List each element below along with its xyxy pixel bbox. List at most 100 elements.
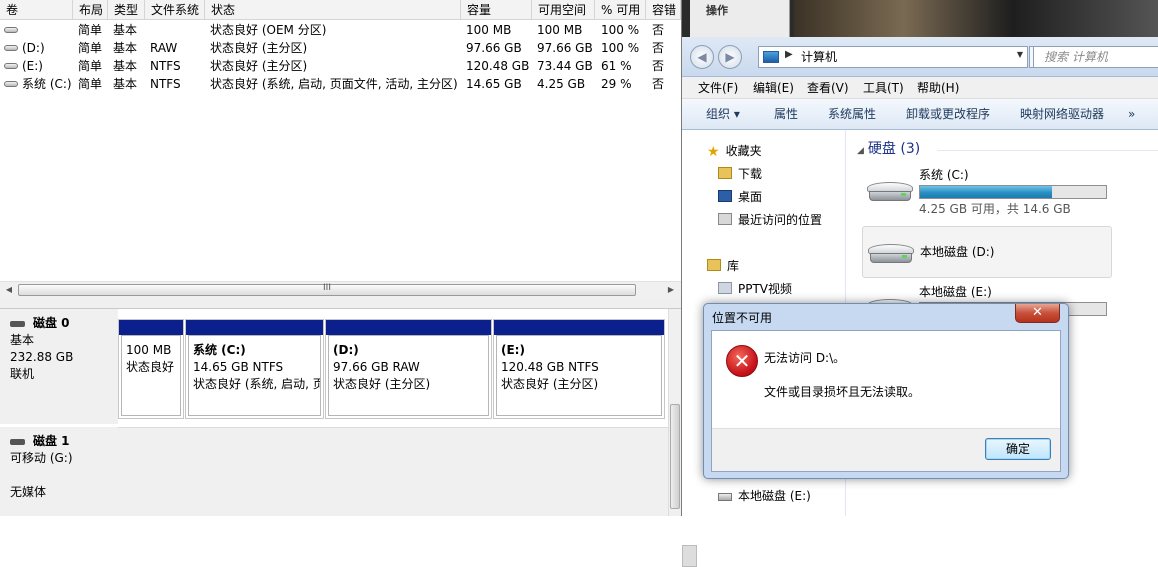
pane-resize-handle[interactable] — [682, 545, 697, 567]
uninstall-program-button[interactable]: 卸载或更改程序 — [906, 99, 990, 130]
column-header-capacity[interactable]: 容量 — [461, 0, 532, 20]
scroll-left-arrow-icon[interactable]: ◀ — [1, 283, 17, 297]
nav-label: 最近访问的位置 — [738, 213, 823, 227]
cell-fault: 否 — [652, 41, 665, 55]
nav-label: 本地磁盘 (E:) — [738, 489, 811, 503]
nav-desktop[interactable]: 桌面 — [718, 186, 762, 208]
horizontal-scrollbar[interactable]: ◀ III ▶ — [0, 281, 681, 298]
disk0-name: 磁盘 0 — [33, 316, 70, 330]
table-row[interactable]: (E:) 简单 基本 NTFS 状态良好 (主分区) 120.48 GB 73.… — [0, 57, 681, 75]
group-header[interactable]: ◢ 硬盘 (3) — [857, 140, 920, 160]
menu-edit[interactable]: 编辑(E) — [753, 77, 794, 99]
partition-c[interactable]: 系统 (C:) 14.65 GB NTFS 状态良好 (系统, 启动, 页 — [185, 319, 324, 419]
dialog-detail: 文件或目录损坏且无法读取。 — [764, 385, 921, 399]
dialog-close-button[interactable]: ✕ — [1015, 304, 1060, 323]
chevron-down-icon[interactable]: ▼ — [1017, 50, 1023, 59]
cell-filesystem: NTFS — [150, 77, 181, 91]
cell-volume: 系统 (C:) — [22, 77, 72, 91]
system-properties-button[interactable]: 系统属性 — [828, 99, 876, 130]
partition-header-bar — [494, 320, 664, 335]
error-dialog: 位置不可用 ✕ ✕ 无法访问 D:\。 文件或目录损坏且无法读取。 确定 — [703, 303, 1069, 479]
address-text[interactable]: 计算机 — [801, 49, 837, 65]
vertical-scrollbar[interactable] — [668, 309, 681, 516]
group-divider — [937, 150, 1158, 151]
nav-pptv[interactable]: PPTV视频 — [718, 278, 792, 300]
cell-status: 状态良好 (OEM 分区) — [210, 23, 327, 37]
search-input[interactable]: 搜索 计算机 — [1033, 46, 1158, 68]
column-header-type[interactable]: 类型 — [108, 0, 145, 20]
partition-header-bar — [326, 320, 491, 335]
nav-downloads[interactable]: 下载 — [718, 163, 762, 185]
more-commands-button[interactable]: » — [1128, 99, 1135, 130]
nav-label: PPTV视频 — [738, 282, 793, 296]
scrollbar-thumb[interactable] — [670, 404, 680, 509]
nav-libraries[interactable]: 库 — [707, 255, 739, 277]
back-arrow-icon[interactable]: ◀ — [690, 45, 714, 69]
partition-oem[interactable]: 100 MB 状态良好 — [118, 319, 184, 419]
actions-label: 操作 — [706, 4, 728, 17]
scroll-right-arrow-icon[interactable]: ▶ — [663, 283, 679, 297]
partition-header-bar — [119, 320, 183, 335]
table-row[interactable]: (D:) 简单 基本 RAW 状态良好 (主分区) 97.66 GB 97.66… — [0, 39, 681, 57]
ok-button[interactable]: 确定 — [985, 438, 1051, 460]
column-header-layout[interactable]: 布局 — [73, 0, 108, 20]
drive-icon — [4, 81, 18, 87]
menu-file[interactable]: 文件(F) — [698, 77, 738, 99]
column-header-fault-tolerance[interactable]: 容错 — [646, 0, 681, 20]
column-header-filesystem[interactable]: 文件系统 — [145, 0, 205, 20]
pane-splitter[interactable] — [0, 298, 681, 309]
disk-graphical-view: 磁盘 0 基本 232.88 GB 联机 100 MB 状态良好 系统 (C:)… — [0, 309, 668, 516]
partition-d[interactable]: (D:) 97.66 GB RAW 状态良好 (主分区) — [325, 319, 492, 419]
scrollbar-thumb[interactable]: III — [18, 283, 636, 296]
recent-places-icon — [718, 213, 732, 225]
actions-panel: 操作 — [690, 0, 790, 37]
nav-drive-e[interactable]: 本地磁盘 (E:) — [718, 485, 811, 507]
disk0-type: 基本 — [10, 333, 35, 347]
table-row[interactable]: 系统 (C:) 简单 基本 NTFS 状态良好 (系统, 启动, 页面文件, 活… — [0, 75, 681, 93]
drive-name: 本地磁盘 (E:) — [919, 285, 992, 299]
nav-label: 下载 — [738, 167, 763, 181]
partition-status: 状态良好 (主分区) — [501, 377, 599, 391]
drive-icon — [4, 45, 18, 51]
background-window-strip: 操作 — [682, 0, 1158, 37]
column-header-status[interactable]: 状态 — [205, 0, 461, 20]
cell-percent: 29 % — [601, 77, 632, 91]
windows-drive-icon — [867, 179, 913, 205]
breadcrumb-chevron-icon[interactable]: ▶ — [785, 49, 793, 60]
dialog-footer: 确定 — [712, 428, 1060, 471]
properties-button[interactable]: 属性 — [774, 99, 798, 130]
table-row[interactable]: 简单 基本 状态良好 (OEM 分区) 100 MB 100 MB 100 % … — [0, 21, 681, 39]
menu-tools[interactable]: 工具(T) — [863, 77, 904, 99]
cell-type: 基本 — [113, 59, 138, 73]
address-toolbar: ◀ ▶ ▶ 计算机 ▼ ✕ 搜索 计算机 — [682, 37, 1158, 77]
cell-percent: 100 % — [601, 23, 640, 37]
cell-type: 基本 — [113, 77, 138, 91]
drive-tile-d[interactable]: 本地磁盘 (D:) — [862, 226, 1112, 278]
disk-icon — [10, 438, 25, 445]
cell-layout: 简单 — [78, 59, 103, 73]
address-bar[interactable]: ▶ 计算机 ▼ — [758, 46, 1028, 68]
column-header-volume[interactable]: 卷 — [0, 0, 73, 20]
drive-icon — [4, 63, 18, 69]
disk1-media: 无媒体 — [10, 485, 47, 499]
collapse-arrow-icon[interactable]: ◢ — [857, 146, 864, 156]
cell-filesystem: NTFS — [150, 59, 181, 73]
menu-view[interactable]: 查看(V) — [807, 77, 849, 99]
nav-favorites[interactable]: ★ 收藏夹 — [707, 140, 762, 162]
column-header-percent-free[interactable]: % 可用 — [595, 0, 646, 20]
nav-recent[interactable]: 最近访问的位置 — [718, 209, 822, 231]
cell-percent: 61 % — [601, 59, 632, 73]
dialog-title: 位置不可用 — [712, 311, 773, 325]
cell-volume: (D:) — [22, 41, 45, 55]
map-network-drive-button[interactable]: 映射网络驱动器 — [1020, 99, 1104, 130]
menu-help[interactable]: 帮助(H) — [917, 77, 959, 99]
drive-tile-c[interactable]: 系统 (C:) 4.25 GB 可用，共 14.6 GB — [862, 165, 1112, 217]
forward-arrow-icon[interactable]: ▶ — [718, 45, 742, 69]
partition-e[interactable]: (E:) 120.48 GB NTFS 状态良好 (主分区) — [493, 319, 665, 419]
error-icon: ✕ — [726, 345, 758, 377]
disk1-label[interactable]: 磁盘 1 可移动 (G:) 无媒体 — [0, 427, 118, 516]
column-header-free-space[interactable]: 可用空间 — [532, 0, 595, 20]
scroll-grip: III — [323, 283, 331, 293]
organize-button[interactable]: 组织 ▾ — [706, 99, 740, 130]
disk0-label[interactable]: 磁盘 0 基本 232.88 GB 联机 — [0, 309, 118, 424]
